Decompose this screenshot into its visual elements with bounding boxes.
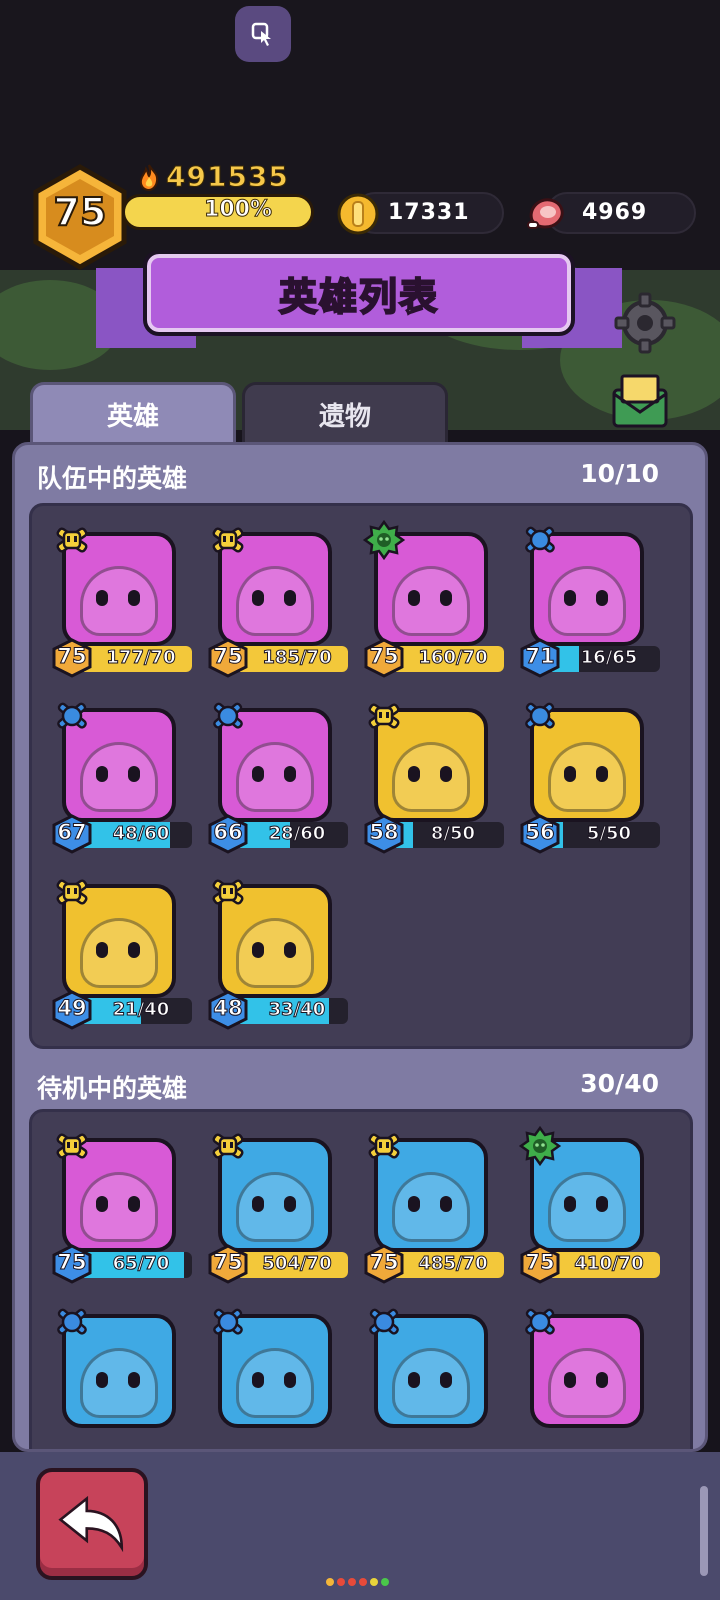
hero-card[interactable]: 75 177/70 bbox=[50, 520, 200, 678]
hero-progress-text: 160/70 bbox=[418, 647, 488, 669]
gear-icon[interactable] bbox=[614, 292, 676, 354]
rank-blue-icon bbox=[206, 1302, 250, 1342]
hero-level: 67 bbox=[57, 820, 87, 845]
hero-card[interactable] bbox=[362, 1302, 512, 1449]
reserve-hero-grid: 75 65/70 75 504/70 75 485/70 75 410/70 bbox=[29, 1109, 693, 1449]
flame-icon bbox=[139, 164, 159, 191]
team-hero-grid: 75 177/70 75 185/70 75 160/70 71 16/65 67 48/60 66… bbox=[29, 503, 693, 1049]
hero-card[interactable]: 75 160/70 bbox=[362, 519, 512, 678]
title-banner: 英雄列表 bbox=[143, 250, 575, 336]
back-arrow-icon bbox=[58, 1495, 124, 1553]
coin-value: 17331 bbox=[388, 200, 470, 225]
tab-relics[interactable]: 遗物 bbox=[242, 382, 448, 444]
hero-card[interactable]: 49 21/40 bbox=[50, 872, 200, 1030]
hero-progress-text: 177/70 bbox=[106, 647, 176, 669]
meat-value: 4969 bbox=[582, 200, 648, 225]
hero-card[interactable] bbox=[50, 1302, 200, 1449]
floating-app-button[interactable] bbox=[235, 6, 291, 62]
hero-level: 75 bbox=[369, 1250, 399, 1275]
rank-blue-icon bbox=[206, 696, 250, 736]
rank-gold-icon bbox=[50, 1126, 94, 1166]
hero-level: 75 bbox=[525, 1250, 555, 1275]
hero-level: 49 bbox=[57, 996, 87, 1021]
hero-card[interactable]: 71 16/65 bbox=[518, 520, 668, 678]
page-dots bbox=[326, 1578, 389, 1586]
hero-progress-text: 410/70 bbox=[574, 1253, 644, 1275]
hero-progress-text: 185/70 bbox=[262, 647, 332, 669]
power-value: 491535 bbox=[166, 160, 289, 194]
hero-card[interactable]: 75 65/70 bbox=[50, 1126, 200, 1284]
power-display: 491535 bbox=[136, 160, 289, 194]
hero-list-panel[interactable]: 队伍中的英雄 10/10 75 177/70 75 185/70 75 160/70 71 1… bbox=[12, 442, 708, 1452]
hero-progress-text: 8/50 bbox=[430, 823, 476, 845]
scrollbar[interactable] bbox=[700, 1486, 708, 1576]
rank-gold-icon bbox=[206, 520, 250, 560]
hero-level: 75 bbox=[213, 644, 243, 669]
rank-gold-icon bbox=[50, 872, 94, 912]
player-level: 75 bbox=[53, 189, 108, 235]
hero-card[interactable] bbox=[518, 1302, 668, 1449]
team-count: 10/10 bbox=[580, 459, 659, 488]
tab-heroes-label: 英雄 bbox=[106, 402, 159, 432]
team-heading: 队伍中的英雄 bbox=[37, 464, 188, 493]
hero-level: 75 bbox=[57, 644, 87, 669]
rank-gold-icon bbox=[50, 520, 94, 560]
rank-blue-icon bbox=[50, 1302, 94, 1342]
rank-blue-icon bbox=[518, 520, 562, 560]
rank-blue-icon bbox=[362, 1302, 406, 1342]
mail-icon[interactable] bbox=[608, 372, 672, 430]
reserve-heading: 待机中的英雄 bbox=[37, 1074, 188, 1103]
tab-heroes[interactable]: 英雄 bbox=[30, 382, 236, 444]
tab-relics-label: 遗物 bbox=[318, 402, 371, 432]
rank-gold-icon bbox=[206, 872, 250, 912]
hero-progress-text: 65/70 bbox=[112, 1253, 170, 1275]
hero-card[interactable]: 75 185/70 bbox=[206, 520, 356, 678]
rank-gold-icon bbox=[362, 696, 406, 736]
hero-card[interactable]: 66 28/60 bbox=[206, 696, 356, 854]
hero-progress-text: 28/60 bbox=[268, 823, 326, 845]
hero-progress-text: 33/40 bbox=[268, 999, 326, 1021]
rank-gold-icon bbox=[362, 1126, 406, 1166]
back-button[interactable] bbox=[36, 1468, 148, 1580]
hero-progress-text: 504/70 bbox=[262, 1253, 332, 1275]
xp-percent: 100% bbox=[204, 197, 273, 223]
hero-card[interactable]: 67 48/60 bbox=[50, 696, 200, 854]
hero-progress-text: 21/40 bbox=[112, 999, 170, 1021]
hero-level: 75 bbox=[213, 1250, 243, 1275]
hero-progress-text: 5/50 bbox=[586, 823, 632, 845]
hero-progress-text: 485/70 bbox=[418, 1253, 488, 1275]
rank-gold-icon bbox=[206, 1126, 250, 1166]
reserve-count: 30/40 bbox=[580, 1069, 659, 1098]
meat-icon bbox=[527, 198, 564, 229]
hero-card[interactable]: 75 485/70 bbox=[362, 1126, 512, 1284]
hero-progress-text: 48/60 bbox=[112, 823, 170, 845]
rank-blue-icon bbox=[518, 1302, 562, 1342]
rank-green-icon bbox=[362, 519, 406, 561]
rank-blue-icon bbox=[50, 696, 94, 736]
hero-card[interactable] bbox=[206, 1302, 356, 1449]
hero-level: 71 bbox=[525, 644, 555, 669]
hero-card[interactable]: 75 504/70 bbox=[206, 1126, 356, 1284]
hero-card[interactable]: 48 33/40 bbox=[206, 872, 356, 1030]
hero-card[interactable]: 75 410/70 bbox=[518, 1125, 668, 1284]
hero-card[interactable]: 56 5/50 bbox=[518, 696, 668, 854]
hero-level: 48 bbox=[213, 996, 243, 1021]
rank-blue-icon bbox=[518, 696, 562, 736]
hero-progress-text: 16/65 bbox=[580, 647, 638, 669]
hero-level: 75 bbox=[57, 1250, 87, 1275]
rank-green-icon bbox=[518, 1125, 562, 1167]
hero-level: 75 bbox=[369, 644, 399, 669]
hero-level: 58 bbox=[369, 820, 399, 845]
hero-card[interactable]: 58 8/50 bbox=[362, 696, 512, 854]
hero-level: 66 bbox=[213, 820, 243, 845]
hero-level: 56 bbox=[525, 820, 555, 845]
hand-tap-icon bbox=[251, 22, 271, 46]
page-title: 英雄列表 bbox=[278, 274, 439, 320]
